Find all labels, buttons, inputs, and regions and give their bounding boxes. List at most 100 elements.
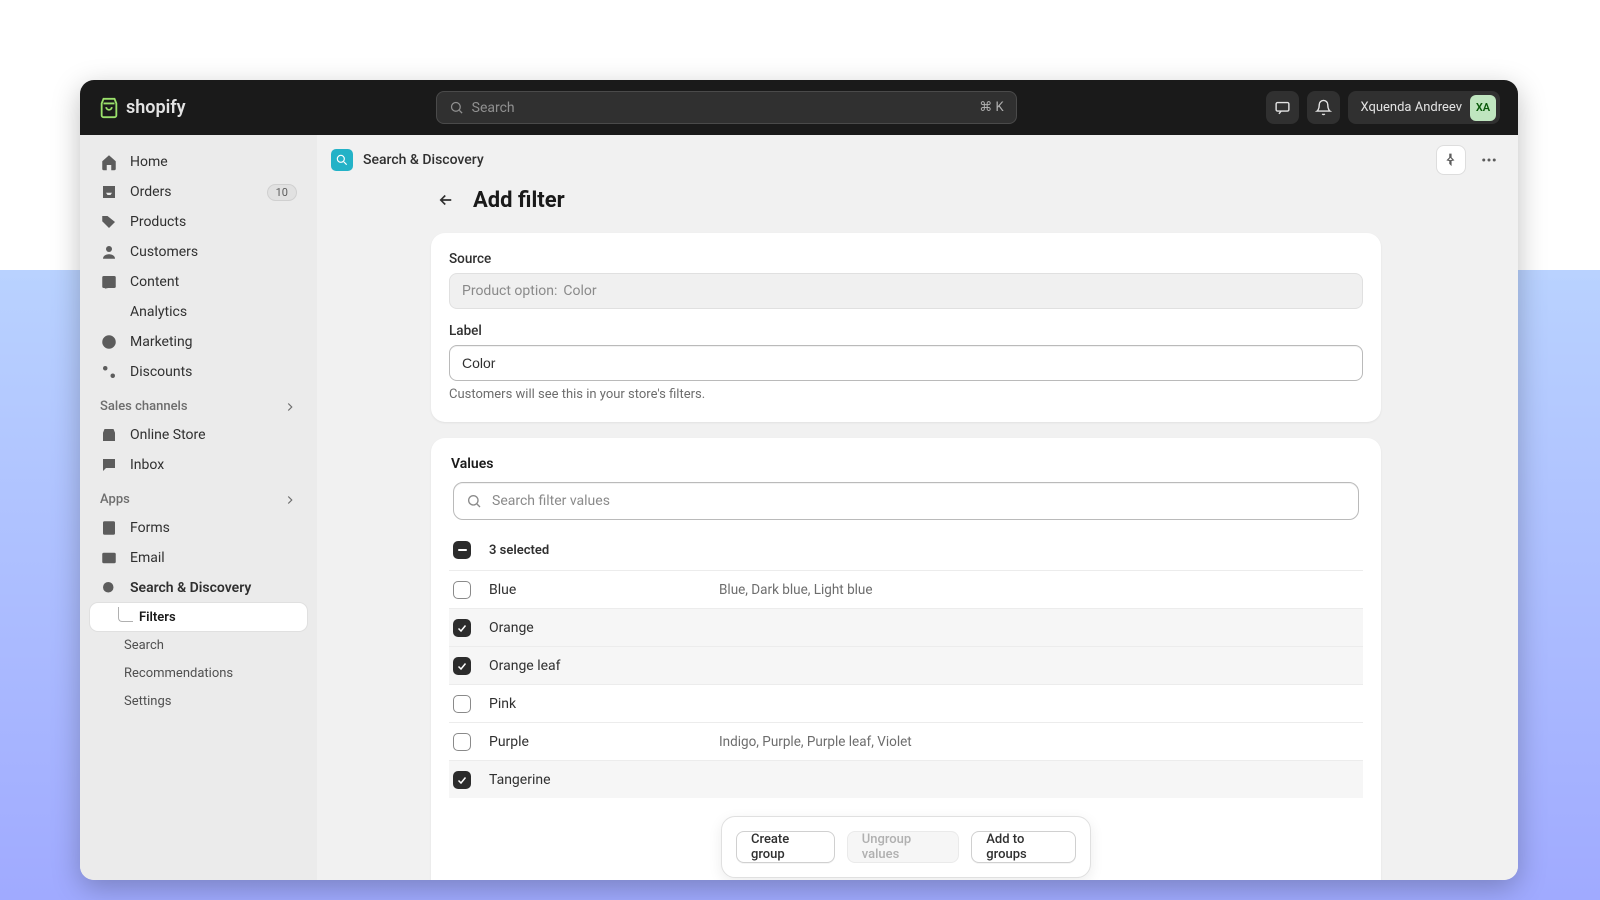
table-row[interactable]: Orange leaf — [449, 646, 1363, 684]
action-bar: Create group Ungroup values Add to group… — [721, 816, 1091, 878]
section-sales-channels: Sales channels — [90, 387, 307, 420]
sidebar-item-label: Inbox — [130, 457, 164, 473]
crumb-bar: Search & Discovery — [317, 135, 1518, 185]
chevron-right-icon[interactable] — [283, 493, 297, 507]
pin-button[interactable] — [1436, 145, 1466, 175]
search-shortcut: ⌘ K — [979, 100, 1003, 115]
shopify-bag-icon — [98, 97, 120, 119]
source-prefix: Product option: — [462, 283, 557, 299]
sidebar-item-label: Search & Discovery — [130, 580, 251, 596]
chat-icon — [1274, 99, 1291, 116]
table-row[interactable]: Pink — [449, 684, 1363, 722]
table-row[interactable]: Orange — [449, 608, 1363, 646]
sidebar-item-label: Marketing — [130, 334, 193, 350]
chart-icon — [100, 303, 118, 321]
dots-icon — [1480, 151, 1498, 169]
selected-count: 3 selected — [489, 543, 549, 558]
label-hint: Customers will see this in your store's … — [449, 387, 1363, 402]
row-name: Orange — [489, 620, 719, 636]
sidebar-sub-recommendations[interactable]: Recommendations — [90, 659, 307, 687]
row-extras: Blue, Dark blue, Light blue — [719, 582, 873, 598]
source-value: Color — [563, 283, 596, 299]
table-row[interactable]: Tangerine — [449, 760, 1363, 798]
ungroup-button[interactable]: Ungroup values — [847, 831, 960, 863]
source-card: Source Product option: Color Label Custo… — [431, 233, 1381, 422]
chevron-right-icon[interactable] — [283, 400, 297, 414]
sidebar-item-customers[interactable]: Customers — [90, 237, 307, 267]
sidebar-item-online-store[interactable]: Online Store — [90, 420, 307, 450]
values-search[interactable]: Search filter values — [453, 482, 1359, 520]
row-checkbox[interactable] — [453, 695, 471, 713]
sidebar-item-products[interactable]: Products — [90, 207, 307, 237]
search-app-icon — [100, 579, 118, 597]
sidebar-item-analytics[interactable]: Analytics — [90, 297, 307, 327]
main-content: Search & Discovery Add filter Source Pro… — [317, 135, 1518, 880]
page-title: Add filter — [473, 188, 565, 213]
sidebar-sub-search[interactable]: Search — [90, 631, 307, 659]
home-icon — [100, 153, 118, 171]
sidebar-item-content[interactable]: Content — [90, 267, 307, 297]
orders-badge: 10 — [267, 184, 297, 201]
sidebar-item-discounts[interactable]: Discounts — [90, 357, 307, 387]
row-name: Orange leaf — [489, 658, 719, 674]
brand-name: shopify — [126, 97, 186, 118]
notifications-button[interactable] — [1307, 91, 1340, 124]
table-header: 3 selected — [449, 530, 1363, 570]
sidebar-sub-filters[interactable]: Filters — [90, 603, 307, 631]
values-search-placeholder: Search filter values — [492, 493, 610, 509]
create-group-button[interactable]: Create group — [736, 831, 835, 863]
select-all-checkbox[interactable] — [453, 541, 471, 559]
sidebar-item-label: Content — [130, 274, 179, 290]
sidebar-item-label: Recommendations — [124, 666, 233, 681]
label-input[interactable] — [449, 345, 1363, 381]
section-apps: Apps — [90, 480, 307, 513]
source-field: Product option: Color — [449, 273, 1363, 309]
row-checkbox[interactable] — [453, 733, 471, 751]
sidebar-item-label: Orders — [130, 184, 172, 200]
more-button[interactable] — [1474, 145, 1504, 175]
back-button[interactable] — [431, 185, 461, 215]
sidebar-item-search-discovery[interactable]: Search & Discovery — [90, 573, 307, 603]
sidebar-item-label: Forms — [130, 520, 170, 536]
table-row[interactable]: BlueBlue, Dark blue, Light blue — [449, 570, 1363, 608]
row-checkbox[interactable] — [453, 581, 471, 599]
sidebar-item-label: Discounts — [130, 364, 192, 380]
sidebar-item-marketing[interactable]: Marketing — [90, 327, 307, 357]
section-label: Apps — [100, 492, 130, 507]
crumb-title[interactable]: Search & Discovery — [363, 152, 484, 168]
row-checkbox[interactable] — [453, 771, 471, 789]
messages-button[interactable] — [1266, 91, 1299, 124]
table-row[interactable]: PurpleIndigo, Purple, Purple leaf, Viole… — [449, 722, 1363, 760]
row-checkbox[interactable] — [453, 619, 471, 637]
row-name: Pink — [489, 696, 719, 712]
sidebar-item-label: Home — [130, 154, 168, 170]
global-search[interactable]: Search ⌘ K — [436, 91, 1017, 124]
search-icon — [466, 493, 482, 509]
tag-icon — [100, 213, 118, 231]
logo[interactable]: shopify — [98, 97, 186, 119]
sidebar-item-orders[interactable]: Orders 10 — [90, 177, 307, 207]
add-to-groups-button[interactable]: Add to groups — [971, 831, 1076, 863]
person-icon — [100, 243, 118, 261]
user-name: Xquenda Andreev — [1360, 100, 1462, 115]
chat-icon — [100, 456, 118, 474]
sidebar-item-home[interactable]: Home — [90, 147, 307, 177]
sidebar: Home Orders 10 Products Customers Content… — [80, 135, 317, 880]
form-icon — [100, 519, 118, 537]
sidebar-item-label: Email — [130, 550, 165, 566]
user-menu[interactable]: Xquenda Andreev XA — [1348, 91, 1500, 124]
sidebar-sub-settings[interactable]: Settings — [90, 687, 307, 715]
sidebar-item-inbox[interactable]: Inbox — [90, 450, 307, 480]
sidebar-item-email[interactable]: Email — [90, 543, 307, 573]
label-label: Label — [449, 323, 1363, 339]
values-table: 3 selected BlueBlue, Dark blue, Light bl… — [449, 530, 1363, 798]
row-name: Blue — [489, 582, 719, 598]
row-checkbox[interactable] — [453, 657, 471, 675]
sidebar-item-forms[interactable]: Forms — [90, 513, 307, 543]
sidebar-item-label: Search — [124, 638, 164, 653]
image-icon — [100, 273, 118, 291]
pin-icon — [1444, 153, 1458, 167]
row-extras: Indigo, Purple, Purple leaf, Violet — [719, 734, 912, 750]
sidebar-item-label: Online Store — [130, 427, 206, 443]
sidebar-item-label: Analytics — [130, 304, 187, 320]
